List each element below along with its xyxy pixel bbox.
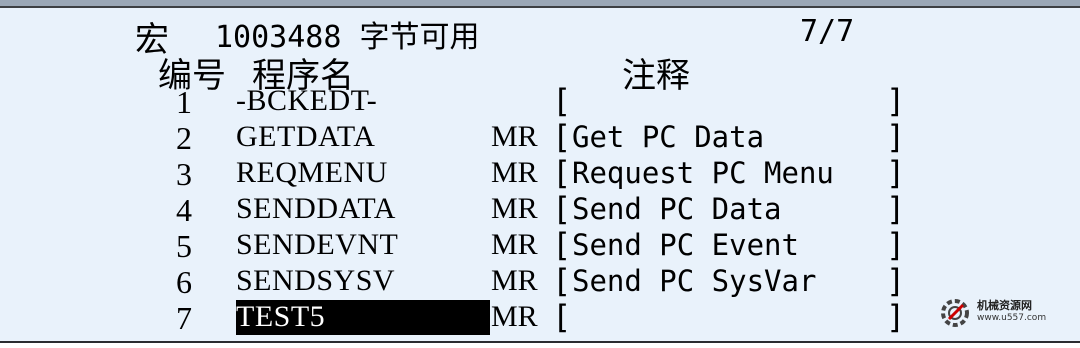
comment-close-bracket: ] bbox=[886, 190, 906, 228]
program-comment: Get PC Data bbox=[572, 120, 765, 154]
comment-open-bracket: [ bbox=[552, 226, 572, 264]
watermark-name: 机械资源网 bbox=[977, 299, 1032, 312]
program-row[interactable]: 4 SENDDATA MR [ Send PC Data ] bbox=[0, 190, 1080, 228]
program-row[interactable]: 2 GETDATA MR [ Get PC Data ] bbox=[0, 118, 1080, 156]
program-name[interactable]: -BCKEDT- bbox=[236, 84, 377, 118]
program-name[interactable]: SENDEVNT bbox=[236, 228, 398, 262]
comment-close-bracket: ] bbox=[886, 118, 906, 156]
program-number: 2 bbox=[176, 120, 192, 156]
comment-close-bracket: ] bbox=[886, 226, 906, 264]
program-row[interactable]: 1 -BCKEDT- [ ] bbox=[0, 82, 1080, 120]
program-type: MR bbox=[491, 264, 538, 297]
gear-icon bbox=[941, 299, 969, 327]
program-row[interactable]: 5 SENDEVNT MR [ Send PC Event ] bbox=[0, 226, 1080, 264]
comment-open-bracket: [ bbox=[552, 298, 572, 336]
program-type: MR bbox=[491, 192, 538, 225]
program-comment: Request PC Menu bbox=[572, 156, 834, 190]
program-comment: Send PC Data bbox=[572, 192, 782, 226]
comment-open-bracket: [ bbox=[552, 190, 572, 228]
program-row[interactable]: 6 SENDSYSV MR [ Send PC SysVar ] bbox=[0, 262, 1080, 300]
program-number: 5 bbox=[176, 228, 192, 264]
program-number: 3 bbox=[176, 156, 192, 192]
program-comment: Send PC SysVar bbox=[572, 264, 817, 298]
program-number: 4 bbox=[176, 192, 192, 228]
comment-open-bracket: [ bbox=[552, 82, 572, 120]
program-number: 6 bbox=[176, 264, 192, 300]
comment-close-bracket: ] bbox=[886, 82, 906, 120]
program-type: MR bbox=[491, 228, 538, 261]
program-row[interactable]: 3 REQMENU MR [ Request PC Menu ] bbox=[0, 154, 1080, 192]
program-number: 7 bbox=[176, 300, 192, 336]
teach-pendant-screen: 宏 1003488 字节可用 7/7 编号 程序名 注释 1 -BCKEDT- … bbox=[0, 6, 1080, 343]
program-name[interactable]: SENDSYSV bbox=[236, 264, 395, 298]
comment-close-bracket: ] bbox=[886, 298, 906, 336]
program-name[interactable]: SENDDATA bbox=[236, 192, 396, 226]
program-type: MR bbox=[491, 156, 538, 189]
page-indicator: 7/7 bbox=[800, 14, 855, 49]
program-name[interactable]: GETDATA bbox=[236, 120, 375, 154]
program-comment: Send PC Event bbox=[572, 228, 799, 262]
comment-open-bracket: [ bbox=[552, 118, 572, 156]
program-number: 1 bbox=[176, 84, 192, 120]
comment-open-bracket: [ bbox=[552, 262, 572, 300]
comment-open-bracket: [ bbox=[552, 154, 572, 192]
comment-close-bracket: ] bbox=[886, 262, 906, 300]
watermark-url: www.u557.com bbox=[977, 313, 1047, 323]
program-type: MR bbox=[491, 300, 538, 333]
program-name-cursor[interactable]: TEST5 bbox=[236, 300, 490, 335]
program-row-selected[interactable]: 7 TEST5 MR [ ] bbox=[0, 298, 1080, 336]
watermark: 机械资源网 www.u557.com bbox=[935, 293, 1075, 333]
program-name[interactable]: REQMENU bbox=[236, 156, 388, 190]
comment-close-bracket: ] bbox=[886, 154, 906, 192]
program-type: MR bbox=[491, 120, 538, 153]
